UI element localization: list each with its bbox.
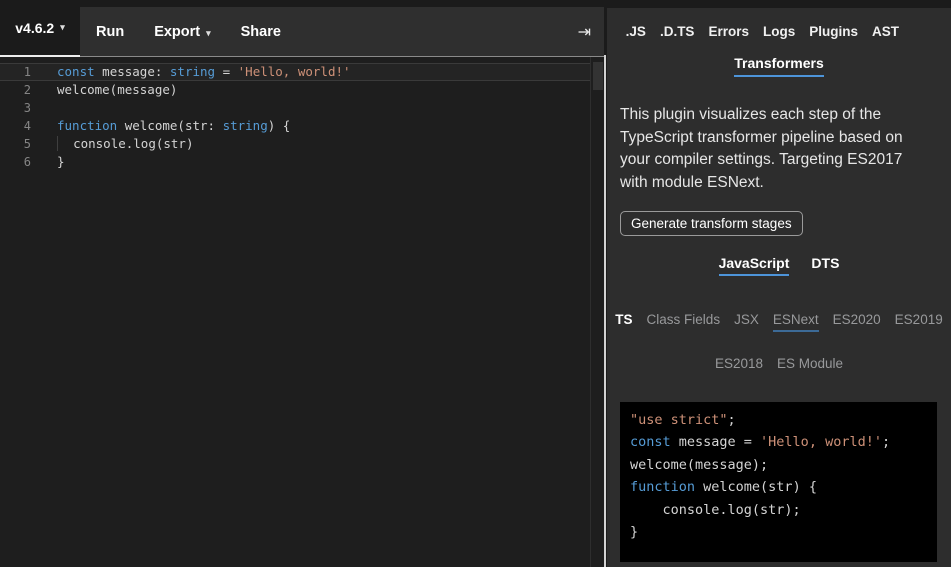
stage-tab-jsx[interactable]: JSX	[734, 312, 759, 332]
output-code-block: "use strict";const message = 'Hello, wor…	[620, 402, 937, 562]
export-label: Export	[154, 24, 200, 40]
editor-line: 3	[0, 99, 604, 117]
line-code	[31, 99, 57, 117]
chevron-down-icon: ▾	[206, 28, 211, 38]
transform-stage-tabs-row2: ES2018 ES Module	[607, 356, 951, 376]
scrollbar-thumb[interactable]	[593, 62, 603, 90]
panel-top-strip	[607, 0, 951, 8]
editor-line: 5 console.log(str)	[0, 135, 604, 153]
stage-tab-class-fields[interactable]: Class Fields	[647, 312, 721, 332]
share-button[interactable]: Share	[241, 24, 281, 40]
output-tab-javascript[interactable]: JavaScript	[719, 255, 790, 276]
tab-js[interactable]: .JS	[626, 24, 646, 39]
tab-logs[interactable]: Logs	[763, 24, 795, 39]
editor-line: 6}	[0, 153, 604, 171]
output-format-tabs: JavaScript DTS	[607, 255, 951, 276]
code-editor[interactable]: 1const message: string = 'Hello, world!'…	[0, 57, 604, 567]
stage-tab-es-module[interactable]: ES Module	[777, 356, 843, 376]
stage-tab-ts[interactable]: TS	[615, 312, 632, 332]
stage-tab-es2020[interactable]: ES2020	[833, 312, 881, 332]
line-number: 3	[0, 99, 31, 117]
tab-plugins[interactable]: Plugins	[809, 24, 858, 39]
code-line: }	[630, 521, 937, 543]
version-dropdown[interactable]: v4.6.2 ▾	[0, 0, 80, 57]
tab-transformers[interactable]: Transformers	[734, 55, 823, 77]
plugin-panel: .JS .D.TS Errors Logs Plugins AST Transformer…	[607, 0, 951, 567]
code-line: welcome(message);	[630, 454, 937, 476]
stage-tab-es2019[interactable]: ES2019	[895, 312, 943, 332]
line-code: }	[31, 153, 65, 171]
editor-pane: v4.6.2 ▾ Run Export ▾ Share ⇥ 1const mess…	[0, 0, 604, 567]
tab-d-ts[interactable]: .D.TS	[660, 24, 695, 39]
editor-line: 2welcome(message)	[0, 81, 604, 99]
top-toolbar: v4.6.2 ▾ Run Export ▾ Share ⇥	[0, 0, 604, 57]
tab-ast[interactable]: AST	[872, 24, 899, 39]
line-code: console.log(str)	[31, 135, 193, 153]
version-label: v4.6.2	[15, 20, 54, 36]
indent-guide	[57, 136, 73, 151]
line-code: const message: string = 'Hello, world!'	[31, 63, 351, 81]
line-code: function welcome(str: string) {	[31, 117, 290, 135]
code-line: const message = 'Hello, world!';	[630, 431, 937, 453]
panel-tab-bar: .JS .D.TS Errors Logs Plugins AST	[607, 8, 951, 39]
export-dropdown[interactable]: Export ▾	[154, 24, 210, 40]
editor-scrollbar[interactable]	[590, 57, 604, 567]
stage-tab-es2018[interactable]: ES2018	[715, 356, 763, 376]
transform-stage-tabs-row1: TS Class Fields JSX ESNext ES2020 ES2019	[607, 312, 951, 332]
line-number: 5	[0, 135, 31, 153]
editor-line: 1const message: string = 'Hello, world!'	[0, 63, 604, 81]
generate-transform-stages-button[interactable]: Generate transform stages	[620, 211, 803, 236]
code-line: function welcome(str) {	[630, 476, 937, 498]
editor-line: 4function welcome(str: string) {	[0, 117, 604, 135]
typescript-playground-window: v4.6.2 ▾ Run Export▾ Share ⇥ 1const mess…	[0, 0, 951, 567]
line-number: 6	[0, 153, 31, 171]
code-line: console.log(str);	[630, 499, 937, 521]
line-number: 2	[0, 81, 31, 99]
run-button[interactable]: Run	[96, 24, 124, 40]
toolbar: Run Export ▾ Share ⇥	[80, 7, 604, 57]
stage-tab-esnext[interactable]: ESNext	[773, 312, 819, 332]
line-number: 1	[0, 63, 31, 81]
plugin-description: This plugin visualizes each step of the …	[620, 104, 920, 194]
output-tab-dts[interactable]: DTS	[811, 255, 839, 276]
tab-errors[interactable]: Errors	[708, 24, 749, 39]
code-line: "use strict";	[630, 409, 937, 431]
chevron-down-icon: ▾	[60, 22, 65, 33]
panel-tab-bar-row2: Transformers	[607, 55, 951, 77]
line-number: 4	[0, 117, 31, 135]
line-code: welcome(message)	[31, 81, 177, 99]
dock-right-icon[interactable]: ⇥	[578, 22, 591, 42]
